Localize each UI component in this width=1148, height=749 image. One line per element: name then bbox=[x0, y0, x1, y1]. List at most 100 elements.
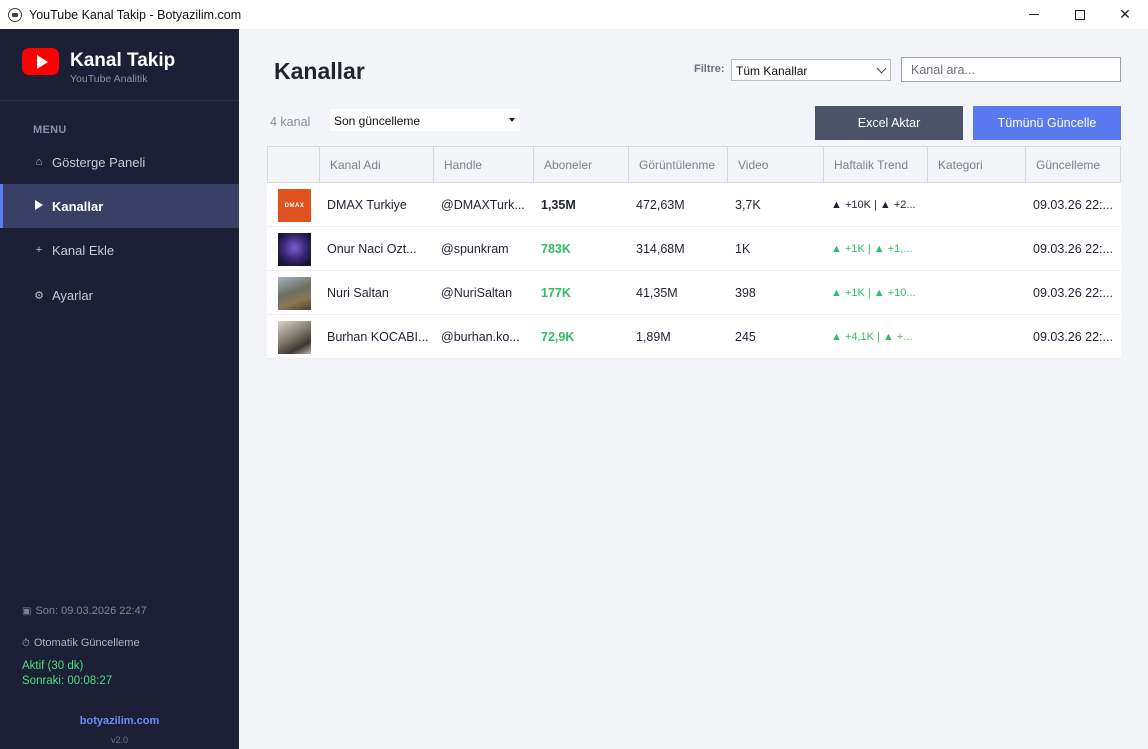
channel-handle: @NuriSaltan bbox=[441, 286, 513, 300]
auto-update-label: Otomatik Güncelleme bbox=[33, 637, 140, 649]
channel-weekly-trend: ▲ +1K | ▲ +10... bbox=[831, 287, 916, 299]
sidebar-item-channels[interactable]: Kanallar bbox=[0, 184, 239, 228]
channel-videos: 1K bbox=[735, 242, 751, 256]
maximize-button[interactable] bbox=[1057, 0, 1103, 29]
dashboard-icon: ⌂ bbox=[35, 156, 43, 168]
column-header-handle[interactable]: Handle bbox=[434, 147, 534, 182]
chevron-down-icon bbox=[876, 63, 887, 74]
channel-videos: 245 bbox=[735, 330, 756, 344]
channel-handle: @spunkram bbox=[441, 242, 509, 256]
channel-name: Nuri Saltan bbox=[327, 286, 389, 300]
sidebar-item-settings[interactable]: ⚙ Ayarlar bbox=[0, 273, 239, 317]
channel-views: 1,89M bbox=[636, 330, 671, 344]
table-row[interactable]: DMAX DMAX Turkiye @DMAXTurk... 1,35M 472… bbox=[267, 183, 1121, 227]
channel-updated: 09.03.26 22:... bbox=[1033, 286, 1113, 300]
channel-handle: @DMAXTurk... bbox=[441, 198, 525, 212]
channel-category bbox=[935, 227, 1023, 271]
channel-views: 472,63M bbox=[636, 198, 685, 212]
channel-subscribers: 72,9K bbox=[541, 330, 575, 344]
site-link[interactable]: botyazilim.com bbox=[0, 715, 239, 727]
sidebar-item-label: Kanallar bbox=[52, 198, 104, 214]
channel-weekly-trend: ▲ +4,1K | ▲ +... bbox=[831, 331, 913, 343]
table-row[interactable]: Onur Naci Ozt... @spunkram 783K 314,68M … bbox=[267, 227, 1121, 271]
timer-icon: ⏱ bbox=[22, 637, 30, 649]
window-title: YouTube Kanal Takip - Botyazilim.com bbox=[29, 7, 242, 22]
filter-value: Tüm Kanallar bbox=[736, 64, 808, 78]
brand: Kanal Takip YouTube Analitik bbox=[0, 29, 239, 101]
sidebar-item-label: Gösterge Paneli bbox=[52, 154, 146, 170]
sidebar-item-label: Ayarlar bbox=[52, 287, 93, 303]
channel-updated: 09.03.26 22:... bbox=[1033, 330, 1113, 344]
channel-videos: 398 bbox=[735, 286, 756, 300]
channel-thumbnail bbox=[278, 321, 311, 354]
page-title: Kanallar bbox=[274, 58, 365, 84]
channel-name: Burhan KOCABI... bbox=[327, 330, 429, 344]
gear-icon: ⚙ bbox=[34, 289, 44, 302]
next-update: Sonraki: 00:08:27 bbox=[22, 675, 113, 687]
channel-category bbox=[935, 315, 1023, 359]
update-all-button[interactable]: Tümünü Güncelle bbox=[973, 106, 1121, 140]
calendar-icon: ▣ bbox=[22, 605, 32, 617]
search-input[interactable] bbox=[901, 57, 1121, 82]
channels-table: Kanal Adi Handle Aboneler Görüntülenme V… bbox=[267, 146, 1121, 359]
last-update-text: Son: 09.03.2026 22:47 bbox=[35, 605, 147, 617]
close-button[interactable]: ✕ bbox=[1102, 0, 1148, 29]
plus-icon: + bbox=[35, 244, 43, 256]
column-header-weekly-trend[interactable]: Haftalik Trend bbox=[824, 147, 928, 182]
table-header: Kanal Adi Handle Aboneler Görüntülenme V… bbox=[267, 146, 1121, 183]
column-header-views[interactable]: Görüntülenme bbox=[629, 147, 728, 182]
channel-subscribers: 1,35M bbox=[541, 198, 576, 212]
channel-count: 4 kanal bbox=[270, 115, 311, 129]
table-row[interactable]: Burhan KOCABI... @burhan.ko... 72,9K 1,8… bbox=[267, 315, 1121, 359]
version-label: v2.0 bbox=[110, 735, 128, 745]
app-icon bbox=[8, 7, 22, 22]
close-icon: ✕ bbox=[1119, 6, 1131, 22]
sidebar-item-dashboard[interactable]: ⌂ Gösterge Paneli bbox=[0, 140, 239, 184]
maximize-icon bbox=[1075, 9, 1085, 20]
channel-category bbox=[935, 183, 1023, 227]
minimize-button[interactable] bbox=[1011, 0, 1057, 29]
sidebar-item-add-channel[interactable]: + Kanal Ekle bbox=[0, 228, 239, 272]
column-header-name[interactable]: Kanal Adi bbox=[320, 147, 434, 182]
channel-subscribers: 783K bbox=[541, 242, 571, 256]
sidebar: Kanal Takip YouTube Analitik MENU ⌂ Göst… bbox=[0, 29, 239, 749]
channel-views: 314,68M bbox=[636, 242, 685, 256]
channel-handle: @burhan.ko... bbox=[441, 330, 520, 344]
channel-name: Onur Naci Ozt... bbox=[327, 242, 417, 256]
channel-weekly-trend: ▲ +10K | ▲ +2... bbox=[831, 199, 916, 211]
auto-update-status: Aktif (30 dk) bbox=[22, 660, 84, 672]
minimize-icon bbox=[1029, 14, 1039, 15]
dropdown-arrow-icon bbox=[509, 118, 515, 122]
last-update: ▣ Son: 09.03.2026 22:47 bbox=[22, 605, 147, 617]
export-excel-button[interactable]: Excel Aktar bbox=[815, 106, 963, 140]
channel-category bbox=[935, 271, 1023, 315]
channel-thumbnail bbox=[278, 277, 311, 310]
filter-select[interactable]: Tüm Kanallar bbox=[731, 59, 891, 81]
column-header-videos[interactable]: Video bbox=[728, 147, 824, 182]
window-titlebar: YouTube Kanal Takip - Botyazilim.com bbox=[0, 0, 1148, 29]
sort-value: Son güncelleme bbox=[334, 114, 421, 128]
column-header-category[interactable]: Kategori bbox=[928, 147, 1026, 182]
column-header-updated[interactable]: Güncelleme bbox=[1026, 147, 1120, 182]
sort-select[interactable]: Son güncelleme bbox=[330, 109, 520, 131]
column-header-thumb bbox=[268, 147, 320, 182]
table-row[interactable]: Nuri Saltan @NuriSaltan 177K 41,35M 398 … bbox=[267, 271, 1121, 315]
brand-title: Kanal Takip bbox=[70, 50, 176, 71]
channel-updated: 09.03.26 22:... bbox=[1033, 198, 1113, 212]
brand-subtitle: YouTube Analitik bbox=[70, 73, 148, 85]
channel-videos: 3,7K bbox=[735, 198, 761, 212]
youtube-logo-icon bbox=[22, 48, 59, 75]
channel-thumbnail: DMAX bbox=[278, 189, 311, 222]
channel-weekly-trend: ▲ +1K | ▲ +1,... bbox=[831, 243, 913, 255]
channel-name: DMAX Turkiye bbox=[327, 198, 407, 212]
auto-update: ⏱ Otomatik Güncelleme bbox=[22, 637, 140, 649]
channel-thumbnail bbox=[278, 233, 311, 266]
sidebar-item-label: Kanal Ekle bbox=[52, 242, 115, 258]
channel-updated: 09.03.26 22:... bbox=[1033, 242, 1113, 256]
filter-label: Filtre: bbox=[694, 63, 725, 75]
menu-label: MENU bbox=[33, 124, 67, 136]
channel-views: 41,35M bbox=[636, 286, 678, 300]
channel-subscribers: 177K bbox=[541, 286, 571, 300]
play-icon bbox=[34, 199, 44, 213]
column-header-subscribers[interactable]: Aboneler bbox=[534, 147, 629, 182]
